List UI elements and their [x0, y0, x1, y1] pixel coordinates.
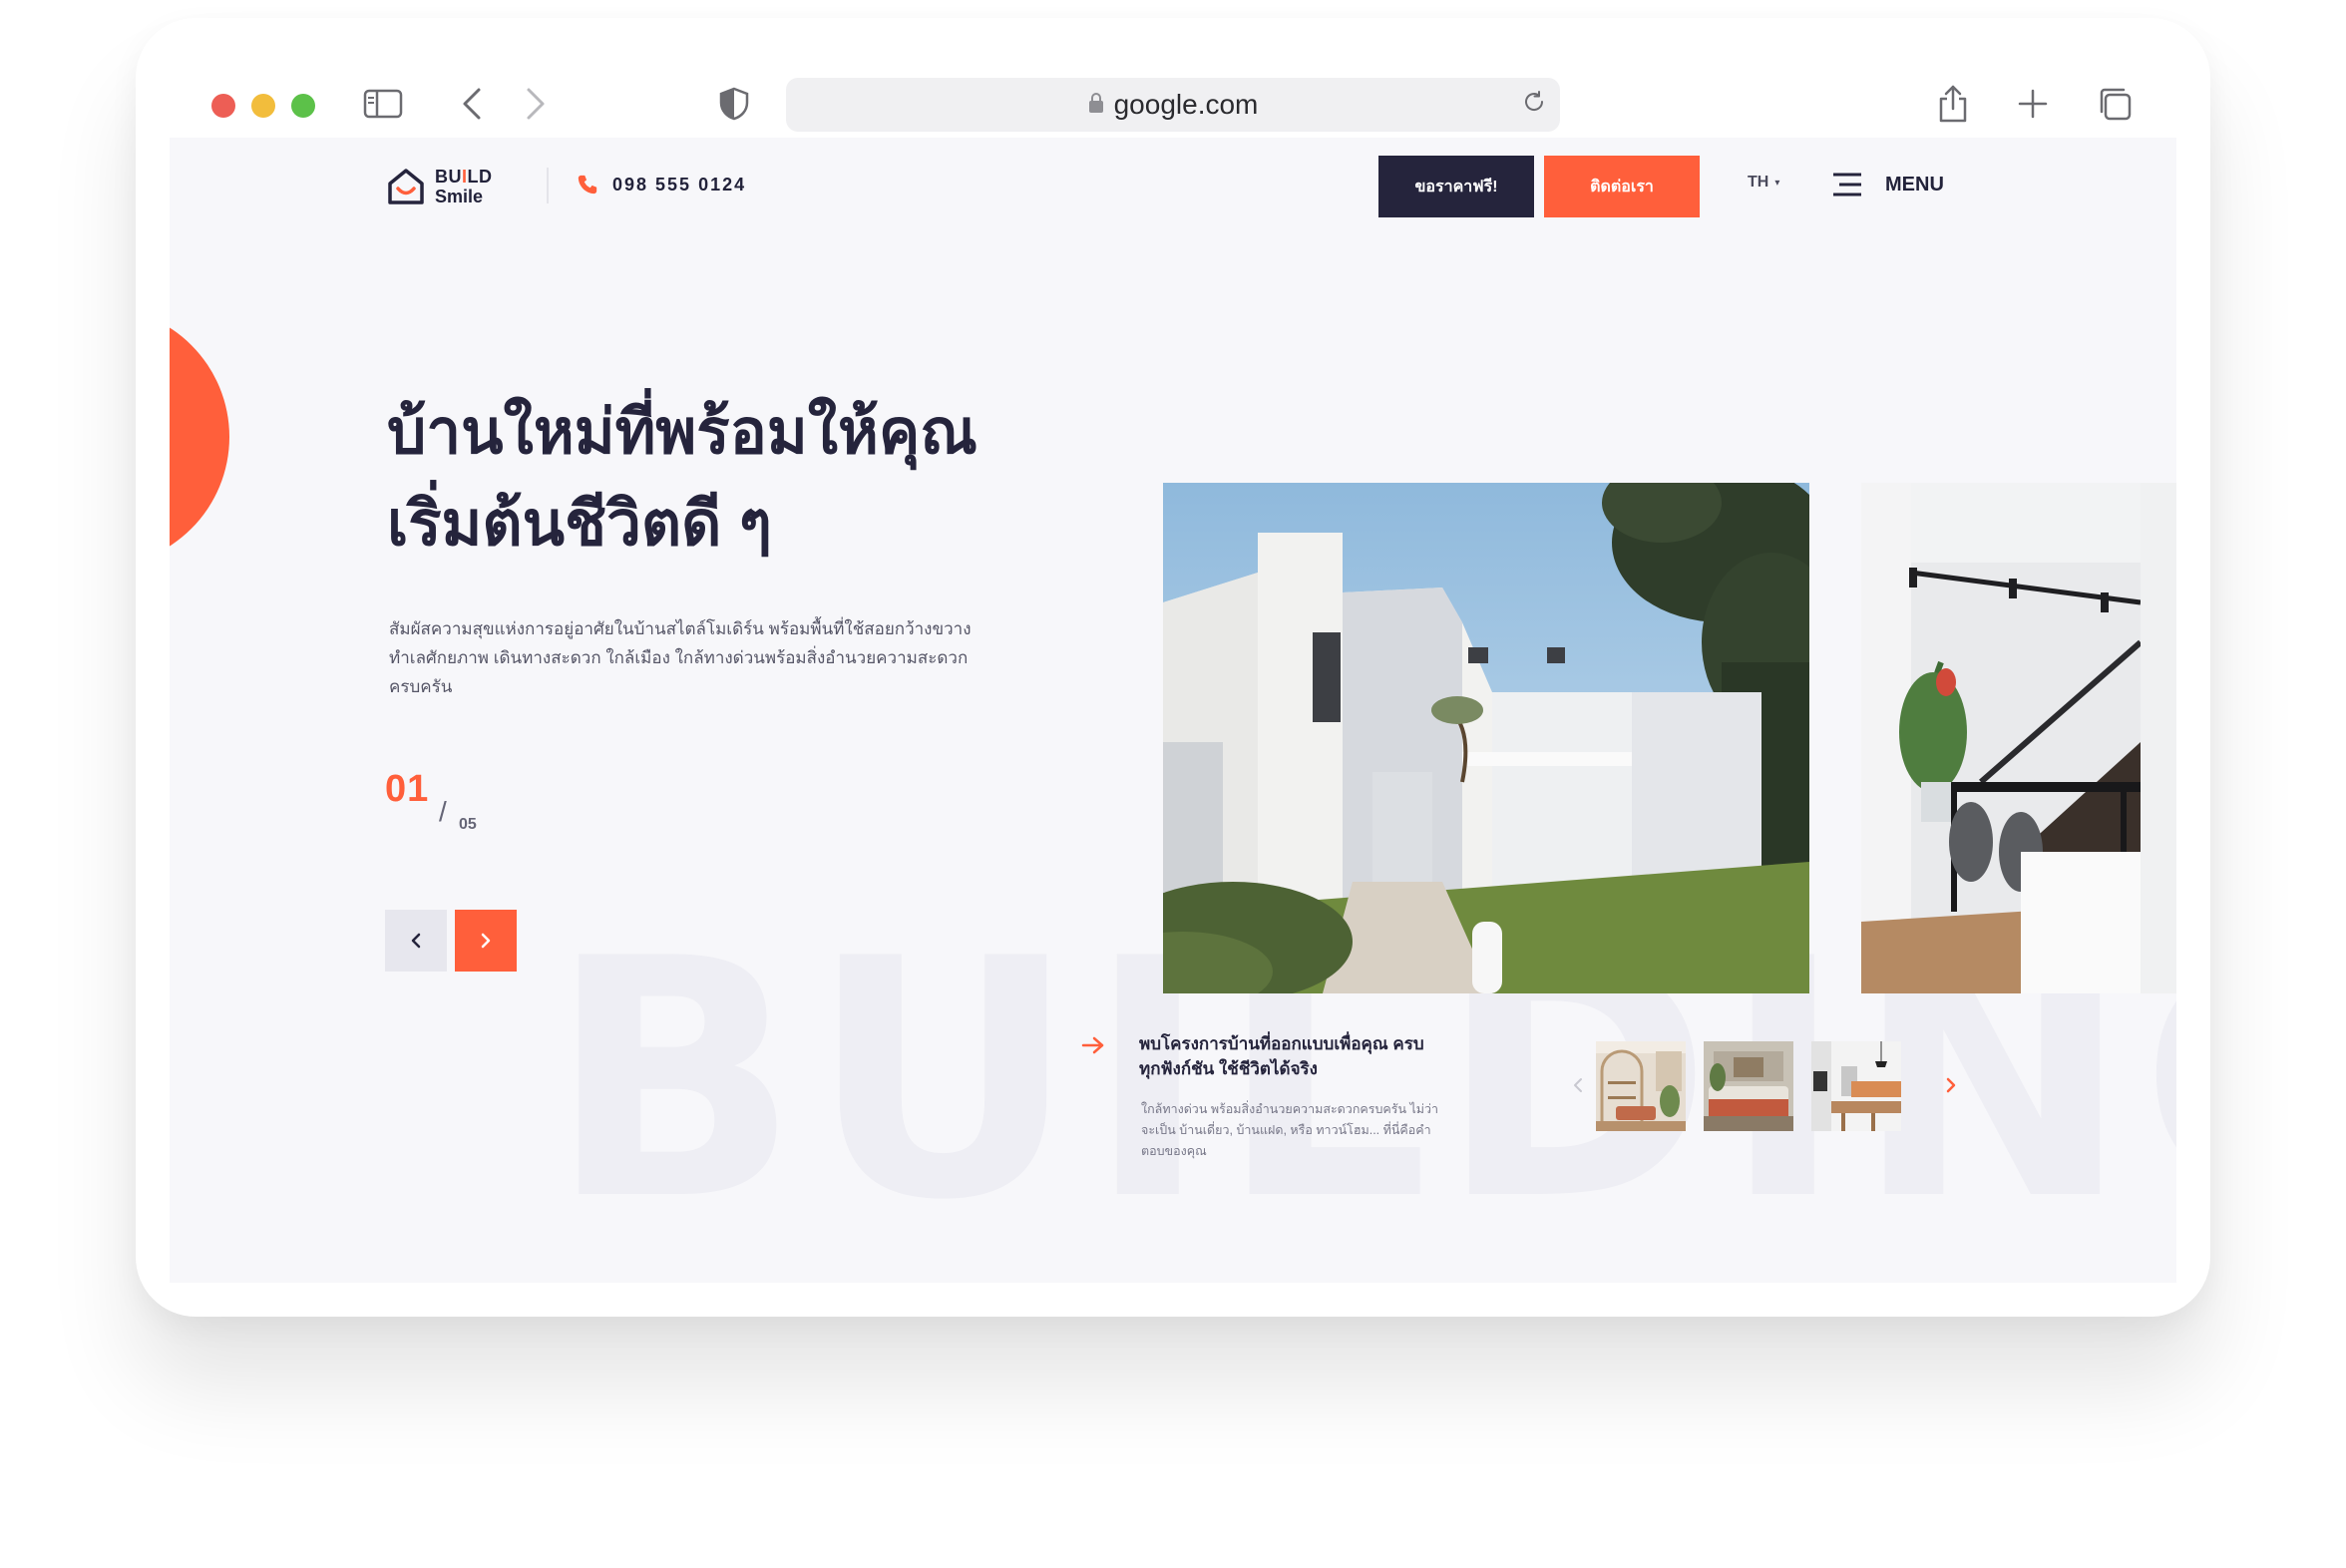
thumbnail-prev-icon[interactable]	[1572, 1077, 1584, 1098]
free-quote-button[interactable]: ขอราคาฟรี!	[1378, 156, 1534, 217]
chevron-down-icon: ▾	[1774, 177, 1780, 189]
slider-next-button[interactable]	[455, 910, 517, 972]
chevron-right-icon	[481, 933, 491, 949]
menu-button[interactable]: MENU	[1831, 172, 1944, 197]
project-description: ใกล้ทางด่วน พร้อมสิ่งอำนวยความสะดวกครบคร…	[1141, 1102, 1439, 1158]
lock-icon	[1088, 89, 1104, 121]
contact-us-button[interactable]: ติดต่อเรา	[1544, 156, 1700, 217]
url-text: google.com	[1113, 89, 1259, 120]
chevron-left-icon	[411, 933, 421, 949]
phone-number: 098 555 0124	[612, 174, 747, 195]
hamburger-icon	[1833, 173, 1861, 196]
site-logo[interactable]: BUILD Smile	[387, 168, 493, 205]
new-tab-icon[interactable]	[2017, 88, 2049, 120]
tab-overview-icon[interactable]	[2097, 86, 2133, 122]
slide-total: 05	[459, 816, 477, 833]
logo-wordmark: BUILD	[435, 167, 493, 187]
address-bar[interactable]: google.com	[786, 78, 1560, 132]
hero-slide-image[interactable]	[1163, 483, 1809, 993]
decorative-circle	[170, 307, 229, 567]
slider-prev-button[interactable]	[385, 910, 447, 972]
minimize-window-button[interactable]	[251, 94, 275, 118]
hero-title: บ้านใหม่ที่พร้อมให้คุณ เริ่มต้นชีวิตดี ๆ	[387, 398, 978, 559]
phone-icon	[578, 175, 597, 195]
arrow-right-icon[interactable]	[1081, 1035, 1105, 1060]
project-title[interactable]: พบโครงการบ้านที่ออกแบบเพื่อคุณ ครบทุกฟัง…	[1139, 1031, 1438, 1081]
menu-label: MENU	[1885, 173, 1944, 196]
slide-counter: 01 / 05	[385, 768, 477, 833]
page-viewport: BUILDING BUILD Smile 098 555 0124 ขอราคา…	[170, 138, 2176, 1283]
header-divider	[547, 168, 549, 203]
forward-icon[interactable]	[521, 86, 551, 122]
browser-window: google.com BUILDING BUILD Smile	[136, 18, 2210, 1317]
browser-toolbar: google.com	[136, 18, 2210, 138]
maximize-window-button[interactable]	[291, 94, 315, 118]
header-phone[interactable]: 098 555 0124	[577, 174, 746, 196]
thumbnail-living-room[interactable]	[1596, 1041, 1686, 1131]
close-window-button[interactable]	[211, 94, 235, 118]
share-icon[interactable]	[1935, 84, 1971, 124]
reload-icon[interactable]	[1522, 89, 1546, 121]
hero-description: สัมผัสความสุขแห่งการอยู่อาศัยในบ้านสไตล์…	[389, 619, 972, 696]
house-logo-icon	[388, 169, 424, 204]
slide-separator: /	[439, 796, 447, 827]
slide-current: 01	[385, 768, 430, 810]
logo-subtext: Smile	[435, 187, 484, 206]
sidebar-toggle-icon[interactable]	[363, 89, 403, 119]
privacy-shield-icon[interactable]	[718, 86, 750, 122]
language-selector[interactable]: TH ▾	[1748, 174, 1779, 192]
thumbnail-bedroom[interactable]	[1704, 1041, 1793, 1131]
thumbnail-next-icon[interactable]	[1945, 1077, 1957, 1098]
back-icon[interactable]	[457, 86, 487, 122]
language-label: TH	[1748, 174, 1769, 191]
thumbnail-kitchen[interactable]	[1811, 1041, 1901, 1131]
next-slide-image[interactable]	[1861, 483, 2176, 993]
